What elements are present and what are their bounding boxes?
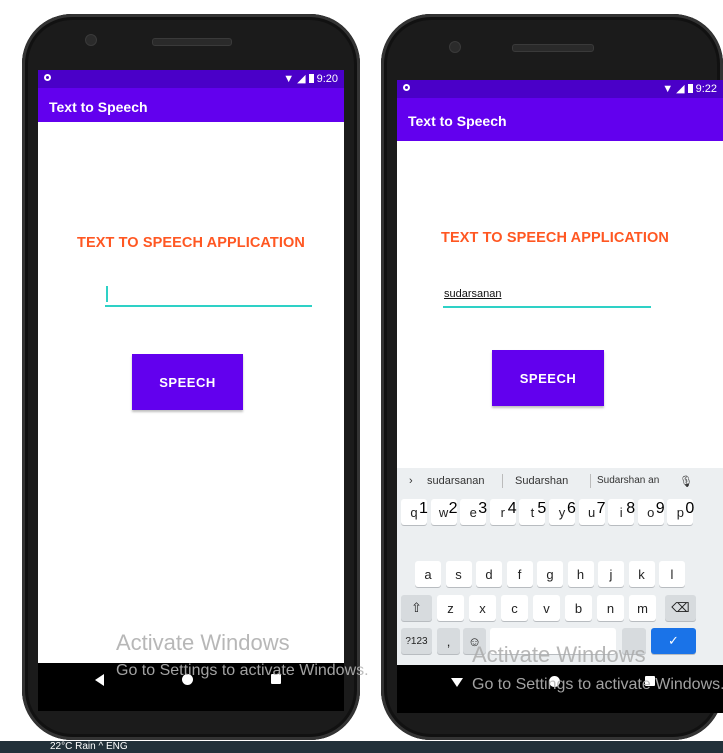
app-title: Text to Speech (408, 113, 507, 129)
suggestion-item[interactable]: sudarsanan (427, 475, 485, 487)
activate-windows-watermark: Activate Windows (116, 630, 290, 655)
key-number-hint: 6 (567, 500, 576, 517)
suggestion-divider (502, 474, 503, 488)
taskbar-text: 22°C Rain ^ ENG (50, 741, 128, 752)
keyboard-key[interactable]: m (629, 595, 656, 621)
key-number-hint: 8 (626, 500, 636, 517)
left-phone-screen: ▼ ◢ 9:20 Text to Speech TEXT TO SPEECH A… (38, 70, 344, 663)
speaker-grille (512, 44, 594, 52)
symbols-key[interactable]: ?123 (401, 628, 432, 654)
suggestion-divider (590, 474, 591, 488)
keyboard-key[interactable]: d (476, 561, 502, 587)
suggestion-item[interactable]: Sudarshan an (597, 475, 659, 486)
key-number-hint: 1 (419, 500, 428, 517)
notification-dot-icon (44, 74, 51, 81)
keyboard-key[interactable]: z (437, 595, 464, 621)
right-phone-screen: ▼ ◢ 9:22 Text to Speech TEXT TO SPEECH A… (397, 80, 723, 665)
right-phone-frame: ▼ ◢ 9:22 Text to Speech TEXT TO SPEECH A… (381, 14, 723, 740)
activate-windows-watermark-sub: Go to Settings to activate Windows. (472, 676, 723, 693)
keyboard-key[interactable]: s (445, 561, 472, 587)
suggestion-item[interactable]: Sudarshan (515, 475, 568, 487)
text-input-value: sudarsanan (444, 288, 502, 300)
front-camera-icon (85, 34, 97, 46)
keyboard-key[interactable]: h (567, 561, 594, 587)
keyboard-key[interactable]: x (469, 595, 496, 621)
keyboard-key[interactable]: f (506, 561, 533, 587)
back-icon[interactable] (95, 674, 104, 686)
activate-windows-watermark: Activate Windows (472, 642, 646, 667)
key-number-hint: 0 (685, 500, 695, 517)
comma-key[interactable]: , (437, 628, 460, 654)
suggestions-expand-icon[interactable]: › (409, 475, 413, 487)
keyboard-key[interactable]: v (533, 595, 560, 621)
text-input[interactable] (105, 285, 312, 307)
key-number-hint: 2 (448, 500, 458, 517)
page-heading: TEXT TO SPEECH APPLICATION (441, 230, 669, 246)
key-number-hint: 7 (596, 500, 606, 517)
notification-dot-icon (403, 84, 410, 91)
keyboard-key[interactable]: k (628, 561, 655, 587)
battery-icon (308, 74, 314, 83)
wifi-icon: ▼ (283, 72, 295, 85)
keyboard-key[interactable]: j (598, 561, 624, 587)
windows-taskbar: 22°C Rain ^ ENG (0, 741, 723, 753)
key-number-hint: 9 (655, 500, 665, 517)
key-number-hint: 3 (478, 500, 488, 517)
keyboard-key[interactable]: a (415, 561, 441, 587)
app-bar: Text to Speech (38, 88, 344, 122)
signal-icon: ◢ (676, 83, 685, 95)
speaker-grille (152, 38, 232, 46)
app-title: Text to Speech (49, 99, 148, 115)
front-camera-icon (449, 41, 461, 53)
activate-windows-watermark-sub: Go to Settings to activate Windows. (116, 662, 369, 679)
key-number-hint: 4 (507, 500, 517, 517)
keyboard-key[interactable]: l (659, 561, 685, 587)
signal-icon: ◢ (297, 73, 306, 85)
battery-icon (687, 84, 693, 93)
suggestion-strip: › sudarsanan Sudarshan Sudarshan an 🎙 (397, 468, 723, 494)
key-number-hint: 5 (537, 500, 547, 517)
shift-key[interactable]: ⇧ (401, 595, 432, 621)
keyboard-key[interactable]: g (537, 561, 563, 587)
text-input[interactable]: sudarsanan (443, 286, 651, 308)
back-icon[interactable] (451, 678, 463, 687)
keyboard-key[interactable]: n (597, 595, 624, 621)
status-time: 9:20 (316, 72, 338, 85)
page-heading: TEXT TO SPEECH APPLICATION (77, 235, 305, 251)
microphone-icon[interactable]: 🎙 (679, 475, 693, 488)
keyboard-key[interactable]: b (565, 595, 592, 621)
status-bar: ▼ ◢ 9:20 (38, 70, 344, 88)
wifi-icon: ▼ (662, 82, 674, 95)
text-cursor (106, 286, 108, 302)
keyboard-key[interactable]: c (501, 595, 528, 621)
enter-key[interactable]: ✓ (651, 628, 696, 654)
status-time: 9:22 (695, 82, 717, 95)
backspace-key[interactable]: ⌫ (665, 595, 696, 621)
soft-keyboard: › sudarsanan Sudarshan Sudarshan an 🎙 q1… (397, 468, 723, 665)
app-bar: Text to Speech (397, 98, 723, 141)
status-bar: ▼ ◢ 9:22 (397, 80, 723, 98)
speech-button[interactable]: SPEECH (492, 350, 604, 406)
speech-button[interactable]: SPEECH (132, 354, 243, 410)
